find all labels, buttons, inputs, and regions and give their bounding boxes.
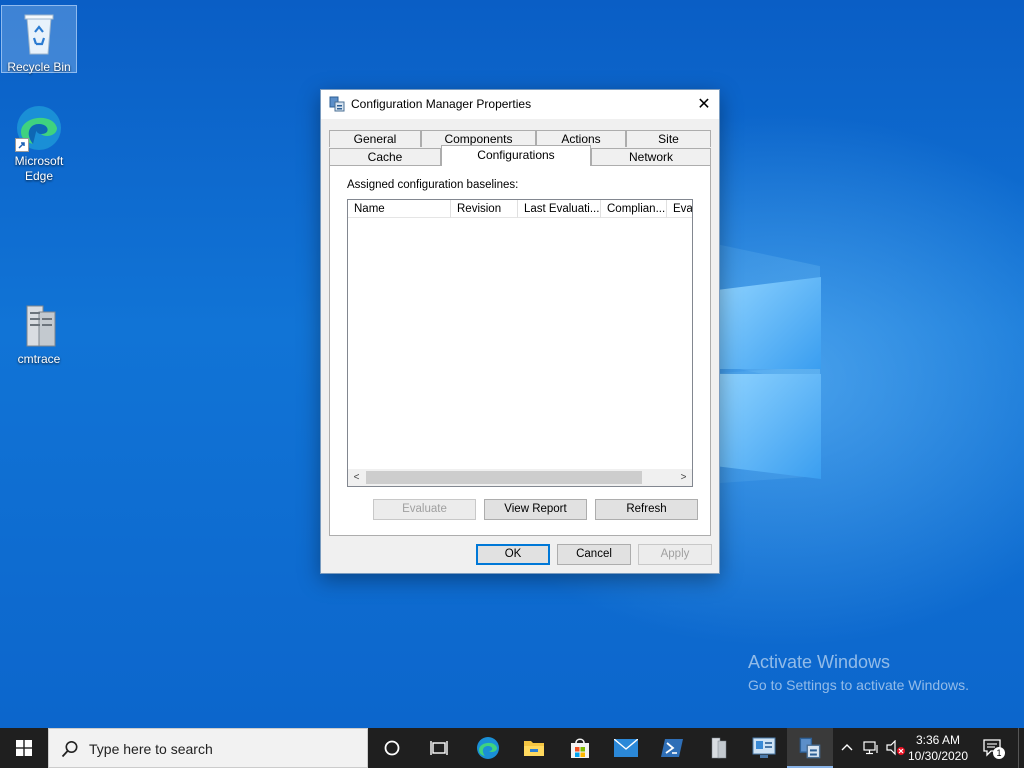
search-icon	[61, 741, 78, 758]
microsoft-edge-desktop-icon[interactable]: Microsoft Edge	[2, 100, 76, 184]
microsoft-edge-label: Microsoft Edge	[14, 154, 64, 183]
desktop: Recycle Bin Microsoft Edge cmtrace Confi…	[0, 0, 1024, 728]
configuration-manager-icon	[799, 737, 821, 759]
column-header-revision[interactable]: Revision	[451, 200, 518, 218]
recycle-bin-desktop-icon[interactable]: Recycle Bin	[1, 5, 77, 74]
activate-windows-subtitle: Go to Settings to activate Windows.	[748, 677, 969, 693]
taskbar-powershell[interactable]	[649, 728, 695, 768]
network-tray-button[interactable]	[860, 728, 882, 768]
tab-network[interactable]: Network	[591, 148, 711, 165]
close-button[interactable]: ✕	[689, 90, 719, 119]
notification-count-badge: 1	[993, 747, 1005, 759]
mail-envelope-icon	[614, 739, 638, 757]
cortana-circle-icon	[384, 740, 400, 756]
recycle-bin-icon	[15, 10, 63, 58]
edge-icon	[477, 737, 499, 759]
control-panel-icon	[752, 737, 776, 758]
ok-button[interactable]: OK	[476, 544, 550, 565]
windows-logo-graphic	[718, 262, 822, 480]
folder-icon	[524, 741, 544, 756]
scrollbar-thumb[interactable]	[366, 471, 642, 484]
show-hidden-icons-button[interactable]	[836, 728, 858, 768]
assigned-baselines-label: Assigned configuration baselines:	[347, 179, 519, 191]
recycle-bin-label: Recycle Bin	[7, 60, 71, 74]
taskbar-control-panel[interactable]	[741, 728, 787, 768]
taskbar-microsoft-store[interactable]	[557, 728, 603, 768]
baselines-list-view[interactable]: Name Revision Last Evaluati... Complian.…	[347, 199, 693, 487]
activate-windows-watermark: Activate Windows Go to Settings to activ…	[748, 652, 969, 693]
system-clock[interactable]: 3:36 AM 10/30/2020	[902, 732, 974, 764]
taskbar-configuration-manager[interactable]	[787, 728, 833, 768]
dialog-title: Configuration Manager Properties	[351, 97, 532, 111]
tab-cache[interactable]: Cache	[329, 148, 441, 165]
view-report-button[interactable]: View Report	[484, 499, 587, 520]
windows-start-icon	[16, 740, 32, 756]
start-button[interactable]	[0, 728, 48, 768]
store-bag-icon	[571, 738, 589, 758]
taskbar-search-box[interactable]: Type here to search	[48, 728, 368, 768]
shortcut-arrow-icon	[15, 138, 29, 152]
powershell-icon	[661, 739, 683, 757]
column-header-compliance[interactable]: Complian...	[601, 200, 667, 218]
column-header-evaluation[interactable]: Eva	[667, 200, 692, 218]
taskbar-file-explorer[interactable]	[511, 728, 557, 768]
network-icon	[863, 741, 878, 755]
task-view-icon	[430, 741, 448, 755]
action-center-button[interactable]: 1	[980, 728, 1008, 768]
apply-button[interactable]: Apply	[638, 544, 712, 565]
show-desktop-button[interactable]	[1018, 728, 1024, 768]
scroll-left-arrow-icon[interactable]: <	[348, 469, 365, 486]
activate-windows-title: Activate Windows	[748, 652, 891, 672]
column-header-last-evaluation[interactable]: Last Evaluati...	[518, 200, 601, 218]
horizontal-scrollbar[interactable]: < >	[348, 469, 692, 486]
cmtrace-label: cmtrace	[17, 352, 61, 366]
tab-general[interactable]: General	[329, 130, 421, 147]
taskbar-cmtrace[interactable]	[695, 728, 741, 768]
clock-time: 3:36 AM	[915, 733, 961, 747]
task-view-button[interactable]	[416, 728, 462, 768]
taskbar-mail[interactable]	[603, 728, 649, 768]
tab-site[interactable]: Site	[626, 130, 711, 147]
cmtrace-icon	[711, 737, 727, 759]
configuration-manager-properties-dialog: Configuration Manager Properties ✕ Gener…	[320, 89, 720, 574]
scroll-right-arrow-icon[interactable]: >	[675, 469, 692, 486]
cancel-button[interactable]: Cancel	[557, 544, 631, 565]
clock-date: 10/30/2020	[907, 749, 969, 763]
close-icon: ✕	[697, 96, 711, 113]
edge-icon	[15, 104, 63, 152]
refresh-button[interactable]: Refresh	[595, 499, 698, 520]
search-placeholder: Type here to search	[89, 741, 213, 757]
taskbar: Type here to search 3:36 AM 10/30/2020 1	[0, 728, 1024, 768]
dialog-title-bar[interactable]: Configuration Manager Properties ✕	[321, 90, 719, 119]
evaluate-button[interactable]: Evaluate	[373, 499, 476, 520]
tab-configurations[interactable]: Configurations	[441, 145, 591, 166]
configuration-manager-icon	[329, 96, 345, 112]
column-header-name[interactable]: Name	[348, 200, 451, 218]
cmtrace-desktop-icon[interactable]: cmtrace	[2, 298, 76, 367]
cortana-button[interactable]	[369, 728, 415, 768]
taskbar-edge[interactable]	[465, 728, 511, 768]
chevron-up-icon	[841, 744, 853, 751]
cmtrace-icon	[15, 302, 63, 350]
